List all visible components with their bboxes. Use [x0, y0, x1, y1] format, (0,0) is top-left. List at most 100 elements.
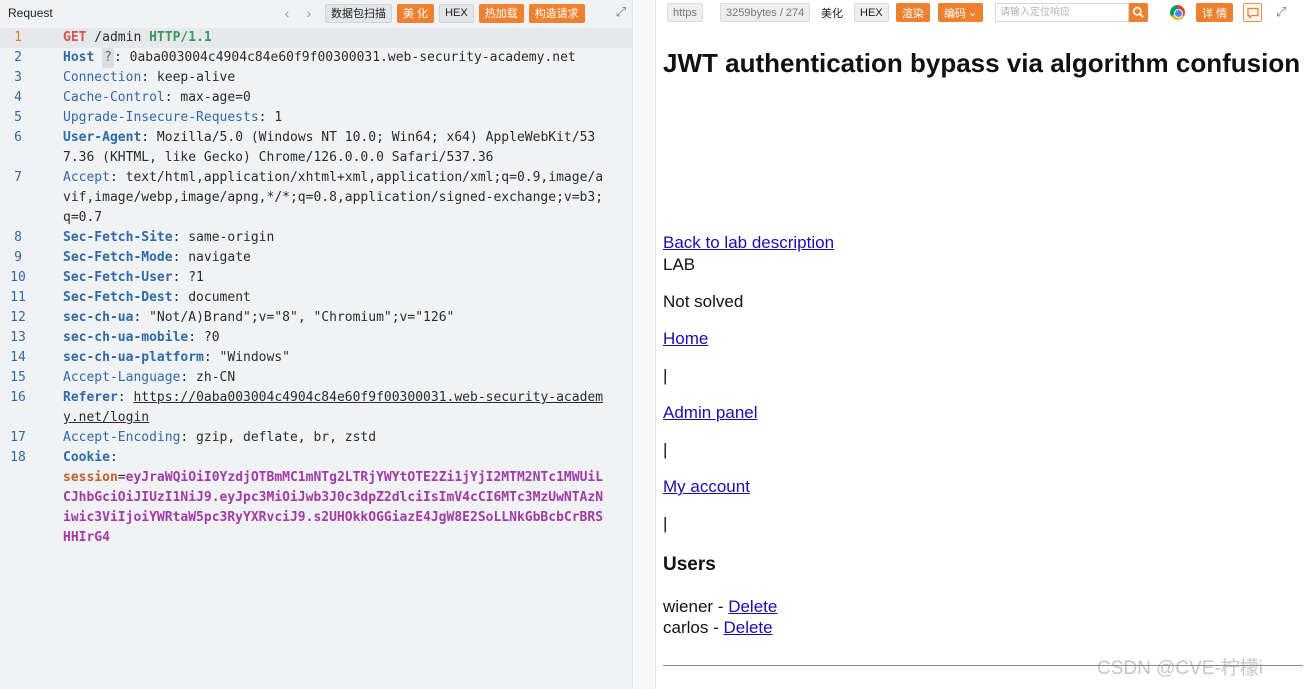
line-number: 3: [14, 70, 22, 85]
pane-splitter[interactable]: [632, 0, 656, 689]
request-toolbar: Request ‹ › 数据包扫描 美 化 HEX 热加载 构造请求 ⤢: [0, 0, 632, 26]
code-line: 2 Host ?: 0aba003004c4904c84e60f9f003000…: [0, 48, 632, 68]
request-pane-title: Request: [8, 6, 53, 20]
line-number: 12: [10, 310, 26, 325]
comment-icon[interactable]: [1243, 3, 1262, 22]
forward-arrow-icon[interactable]: ›: [298, 5, 320, 21]
line-number: 11: [10, 290, 26, 305]
response-size-badge: 3259bytes / 274: [720, 3, 811, 22]
line-number: 16: [10, 390, 26, 405]
header-name: Accept-Encoding: [63, 430, 181, 445]
chrome-icon[interactable]: [1170, 5, 1185, 20]
details-button[interactable]: 详 情: [1196, 3, 1234, 22]
header-name: Referer: [63, 390, 118, 405]
encode-label: 编码: [944, 7, 966, 20]
request-path: /admin: [86, 30, 150, 45]
expand-response-icon[interactable]: ⤢: [1276, 4, 1286, 20]
line-number: 7: [14, 170, 22, 185]
line-number: 15: [10, 370, 26, 385]
encode-dropdown[interactable]: 编码 ⌄: [938, 3, 984, 22]
header-name: Connection: [63, 70, 142, 85]
code-line: 4 Cache-Control: max-age=0: [0, 88, 632, 108]
code-line: 1 GET /admin HTTP/1.1: [0, 28, 632, 48]
user-row: wiener - Delete: [663, 597, 777, 617]
response-pane: https 3259bytes / 274 美化 HEX 渲染 编码⌄ 详 情 …: [656, 0, 1311, 689]
request-editor[interactable]: 1 GET /admin HTTP/1.1 2 Host ?: 0aba0030…: [0, 28, 632, 548]
code-line: 8 Sec-Fetch-Site: same-origin: [0, 228, 632, 248]
line-number: 13: [10, 330, 26, 345]
header-name: Cookie: [63, 450, 110, 465]
line-number: 17: [10, 430, 26, 445]
code-line: 9 Sec-Fetch-Mode: navigate: [0, 248, 632, 268]
header-name: Cache-Control: [63, 90, 165, 105]
header-value: : same-origin: [172, 230, 275, 245]
locate-response-input[interactable]: [995, 3, 1129, 22]
render-button[interactable]: 渲染: [896, 3, 930, 22]
beautify-button[interactable]: 美 化: [397, 3, 435, 23]
nav-admin-panel-link[interactable]: Admin panel: [663, 403, 758, 423]
header-name: User-Agent: [63, 130, 142, 145]
user-name: wiener: [663, 597, 714, 616]
line-number: 8: [14, 230, 22, 245]
packet-scan-button[interactable]: 数据包扫描: [325, 3, 392, 23]
chevron-down-icon: ⌄: [968, 7, 978, 19]
line-number: 14: [10, 350, 26, 365]
hex-button[interactable]: HEX: [439, 3, 474, 23]
header-value: : keep-alive: [141, 70, 236, 85]
line-number: 6: [14, 130, 22, 145]
code-line: 13 sec-ch-ua-mobile: ?0: [0, 328, 632, 348]
header-name: Sec-Fetch-Dest: [63, 290, 173, 305]
line-number: 10: [10, 270, 26, 285]
hex-response-button[interactable]: HEX: [854, 3, 889, 22]
page-title: JWT authentication bypass via algorithm …: [663, 48, 1301, 78]
users-heading: Users: [663, 554, 716, 575]
user-dash: -: [708, 618, 724, 637]
line-number: 4: [14, 90, 22, 105]
nav-separator: |: [663, 514, 668, 533]
nav-home-link[interactable]: Home: [663, 329, 708, 349]
back-arrow-icon[interactable]: ‹: [276, 5, 298, 21]
header-value: : ?0: [188, 330, 220, 345]
user-name: carlos: [663, 618, 709, 637]
beautify-response-button[interactable]: 美化: [818, 3, 846, 22]
header-name: sec-ch-ua-platform: [63, 350, 204, 365]
code-line: 14 sec-ch-ua-platform: "Windows": [0, 348, 632, 368]
header-name: Accept: [63, 170, 110, 185]
cookie-equals: =: [117, 470, 126, 485]
header-value: : max-age=0: [164, 90, 251, 105]
header-value: : zh-CN: [180, 370, 236, 385]
referer-link[interactable]: https://0aba003004c4904c84e60f9f00300031…: [63, 390, 603, 425]
delete-user-link[interactable]: Delete: [723, 618, 772, 637]
code-line: 11 Sec-Fetch-Dest: document: [0, 288, 632, 308]
hot-load-button[interactable]: 热加载: [478, 3, 524, 23]
delete-user-link[interactable]: Delete: [728, 597, 777, 616]
protocol-badge: https: [667, 3, 703, 22]
code-line: 12 sec-ch-ua: "Not/A)Brand";v="8", "Chro…: [0, 308, 632, 328]
header-value: : 1: [258, 110, 283, 125]
line-number: 2: [14, 50, 22, 65]
header-value: : navigate: [172, 250, 251, 265]
back-to-lab-link[interactable]: Back to lab description: [663, 233, 834, 253]
nav-my-account-link[interactable]: My account: [663, 477, 750, 497]
build-request-button[interactable]: 构造请求: [528, 3, 585, 23]
watermark: CSDN @CVE-柠檬i: [1097, 658, 1264, 679]
header-value: : gzip, deflate, br, zstd: [180, 430, 377, 445]
code-line: 16 Referer: https://0aba003004c4904c84e6…: [0, 388, 632, 428]
header-separator: :: [109, 450, 126, 465]
line-number: 1: [14, 30, 22, 45]
header-name: Upgrade-Insecure-Requests: [63, 110, 259, 125]
user-dash: -: [713, 597, 729, 616]
expand-request-icon[interactable]: ⤢: [616, 4, 626, 20]
line-number: 5: [14, 110, 22, 125]
host-hint-icon[interactable]: ?: [102, 48, 114, 68]
header-value: : "Windows": [203, 350, 290, 365]
cookie-value: eyJraWQiOiI0YzdjOTBmMC1mNTg2LTRjYWYtOTE2…: [63, 470, 604, 545]
header-name: sec-ch-ua: [63, 310, 134, 325]
header-name: Accept-Language: [63, 370, 181, 385]
search-icon[interactable]: [1129, 3, 1148, 22]
code-line: 15 Accept-Language: zh-CN: [0, 368, 632, 388]
request-pane: Request ‹ › 数据包扫描 美 化 HEX 热加载 构造请求 ⤢ 1 G…: [0, 0, 632, 689]
nav-separator: |: [663, 366, 668, 385]
code-line: 5 Upgrade-Insecure-Requests: 1: [0, 108, 632, 128]
cookie-key: session: [63, 470, 118, 485]
